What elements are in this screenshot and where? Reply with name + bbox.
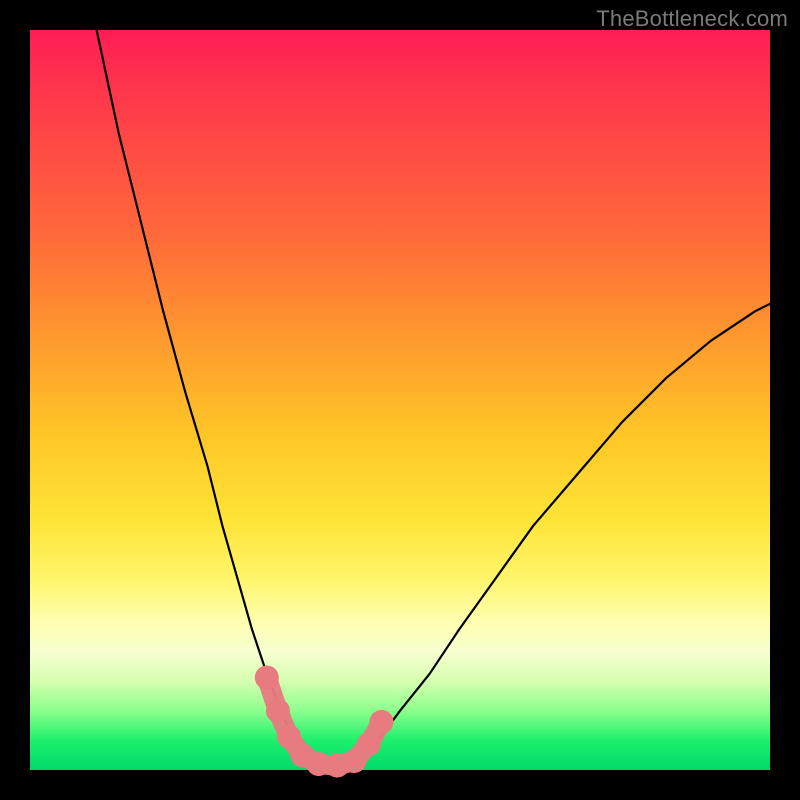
curve-lines — [97, 30, 770, 766]
plot-area — [30, 30, 770, 770]
valley-marker-dot — [255, 666, 279, 690]
watermark-text: TheBottleneck.com — [596, 6, 788, 32]
valley-markers — [255, 666, 394, 778]
bottleneck-curve — [97, 30, 770, 766]
chart-svg — [30, 30, 770, 770]
valley-marker-dot — [266, 699, 290, 723]
chart-frame: TheBottleneck.com — [0, 0, 800, 800]
valley-marker-dot — [370, 710, 394, 734]
valley-marker-dot — [357, 732, 381, 756]
